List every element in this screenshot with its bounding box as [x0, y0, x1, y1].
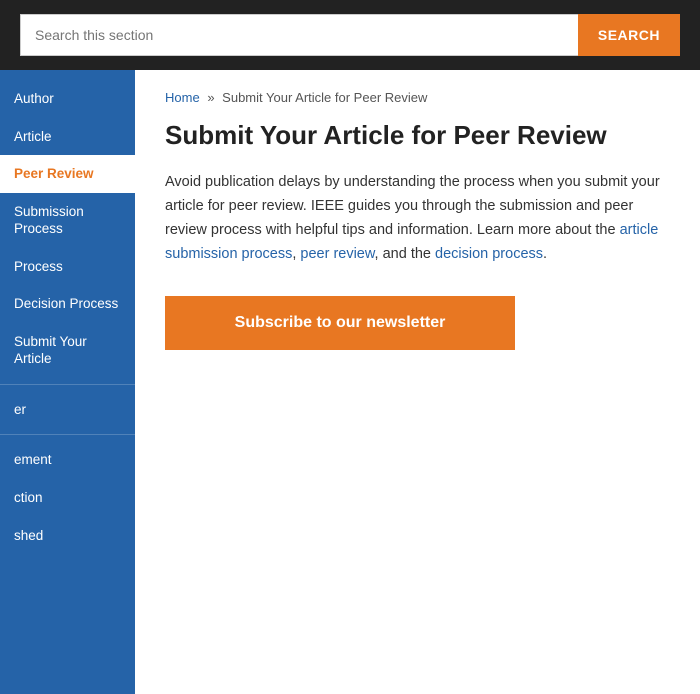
sidebar-item-decision-process[interactable]: Decision Process: [0, 285, 135, 323]
search-input[interactable]: [20, 14, 578, 56]
sidebar-item-process[interactable]: Process: [0, 248, 135, 286]
sidebar-item-ction[interactable]: ction: [0, 479, 135, 517]
sidebar-item-submit-article[interactable]: Submit Your Article: [0, 323, 135, 378]
sidebar-item-ement[interactable]: ement: [0, 441, 135, 479]
sidebar-item-er[interactable]: er: [0, 391, 135, 429]
sidebar: Author Article Peer Review Submission Pr…: [0, 70, 135, 694]
body-end: .: [543, 246, 547, 262]
newsletter-button[interactable]: Subscribe to our newsletter: [165, 296, 515, 350]
page-title: Submit Your Article for Peer Review: [165, 119, 670, 153]
header: SEARCH: [0, 0, 700, 70]
breadcrumb-separator: »: [207, 90, 214, 105]
sidebar-divider: [0, 384, 135, 385]
layout: Author Article Peer Review Submission Pr…: [0, 70, 700, 694]
breadcrumb-current: Submit Your Article for Peer Review: [222, 90, 427, 105]
breadcrumb-home[interactable]: Home: [165, 90, 200, 105]
main-content: Home » Submit Your Article for Peer Revi…: [135, 70, 700, 694]
sidebar-item-article[interactable]: Article: [0, 118, 135, 156]
breadcrumb: Home » Submit Your Article for Peer Revi…: [165, 90, 670, 105]
sidebar-item-shed[interactable]: shed: [0, 517, 135, 555]
body-and: , and the: [375, 246, 435, 262]
body-text-intro: Avoid publication delays by understandin…: [165, 174, 660, 238]
sidebar-item-submission-process[interactable]: Submission Process: [0, 193, 135, 248]
sidebar-item-peer-review[interactable]: Peer Review: [0, 155, 135, 193]
sidebar-item-author[interactable]: Author: [0, 80, 135, 118]
search-button[interactable]: SEARCH: [578, 14, 680, 56]
sidebar-divider-2: [0, 434, 135, 435]
decision-process-link[interactable]: decision process: [435, 246, 543, 262]
page-body: Avoid publication delays by understandin…: [165, 171, 670, 267]
peer-review-link[interactable]: peer review: [300, 246, 374, 262]
